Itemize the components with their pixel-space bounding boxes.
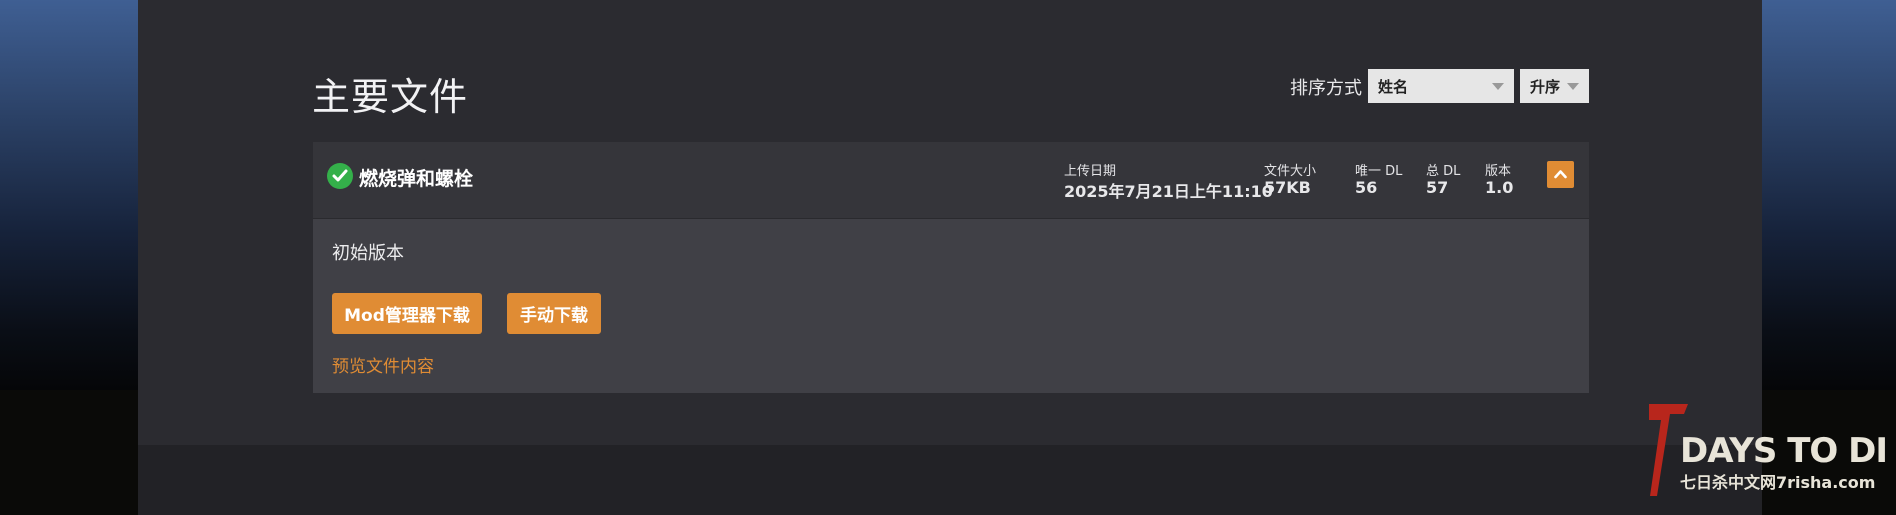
file-header[interactable] [313,142,1589,218]
background-left [0,0,138,390]
file-size-label: 文件大小 [1264,164,1317,179]
total-dl-label: 总 DL [1426,164,1461,179]
version-label: 版本 [1485,164,1512,179]
version-value: 1.0 [1485,178,1514,197]
total-dl-value: 57 [1426,178,1449,197]
file-name: 燃烧弹和螺栓 [359,168,474,190]
sort-order-value: 升序 [1530,77,1561,96]
check-circle-icon [327,163,353,189]
chevron-up-icon [1554,170,1567,179]
collapse-toggle-button[interactable] [1547,161,1574,188]
svg-text:DAYS TO DIE: DAYS TO DIE [1680,431,1890,471]
sort-order-select[interactable]: 升序 [1520,69,1589,103]
background-bottom-left [0,390,138,515]
manual-download-button[interactable]: 手动下载 [507,293,601,334]
unique-dl-label: 唯一 DL [1355,164,1403,179]
file-details-body [313,218,1589,393]
sort-field-value: 姓名 [1378,77,1409,96]
upload-date-label: 上传日期 [1064,164,1117,179]
svg-text:七日杀中文网7risha.com: 七日杀中文网7risha.com [1680,473,1875,492]
mod-manager-download-button[interactable]: Mod管理器下载 [332,293,482,334]
file-description: 初始版本 [332,243,404,264]
lower-panel [138,445,1762,515]
page-title: 主要文件 [312,75,469,119]
chevron-down-icon [1567,82,1579,90]
background-right [1762,0,1896,390]
sort-label: 排序方式 [1290,78,1362,99]
7-days-to-die-watermark-logo: DAYS TO DIE 七日杀中文网7risha.com [1649,404,1890,496]
upload-date-value: 2025年7月21日上午11:10 [1064,182,1273,201]
chevron-down-icon [1492,82,1504,90]
sort-field-select[interactable]: 姓名 [1368,69,1514,103]
preview-file-contents-link[interactable]: 预览文件内容 [332,352,434,377]
file-size-value: 57KB [1264,178,1311,197]
unique-dl-value: 56 [1355,178,1378,197]
